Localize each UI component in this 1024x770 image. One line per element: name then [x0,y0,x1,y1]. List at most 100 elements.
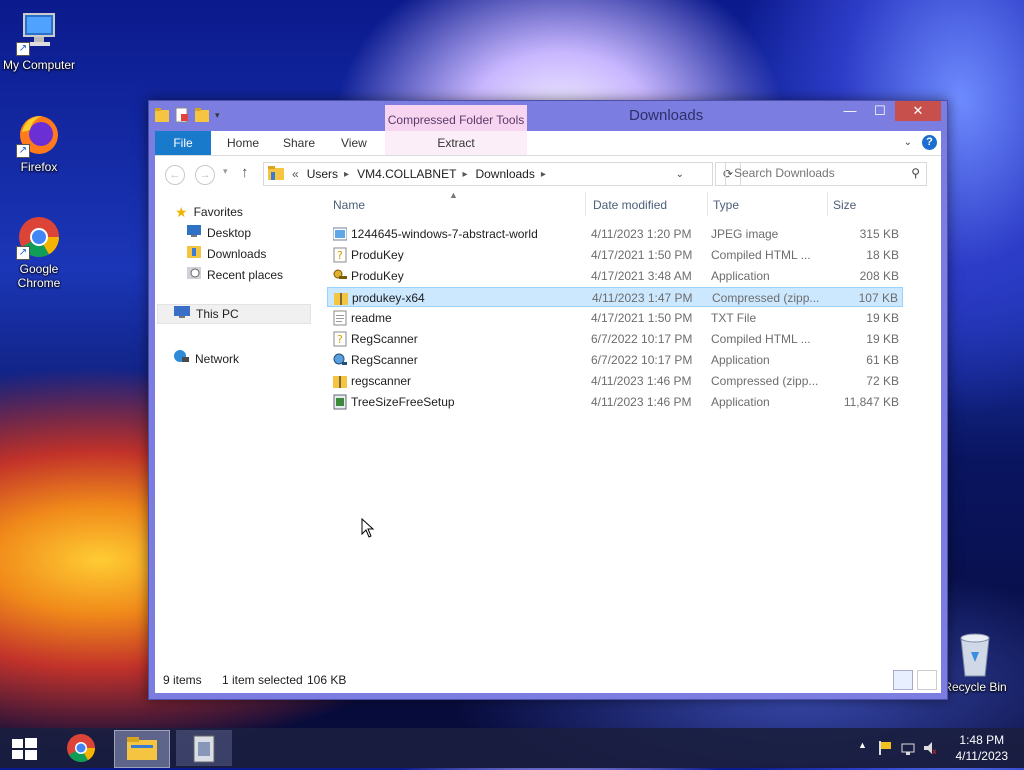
navigation-pane: ★ Favorites Desktop Downloads Recent pla… [155,190,315,667]
back-button[interactable]: ← [165,165,185,185]
new-folder-icon[interactable] [195,107,209,123]
column-header-size[interactable]: Size [833,198,856,212]
nav-network[interactable]: Network [173,349,239,369]
column-divider[interactable] [827,192,828,216]
nav-downloads[interactable]: Downloads [187,244,266,264]
clock-date: 4/11/2023 [955,749,1009,763]
key-app-icon [333,268,347,284]
window-title: Downloads [629,107,704,124]
file-row[interactable]: ProduKey 4/17/2021 3:48 AM Application 2… [327,266,903,286]
file-type: Compiled HTML ... [711,332,811,346]
column-divider[interactable] [585,192,586,216]
breadcrumb-downloads[interactable]: Downloads [475,167,534,181]
file-row[interactable]: RegScanner 6/7/2022 10:17 PM Application… [327,350,903,370]
tab-file[interactable]: File [155,131,211,155]
contextual-tab-group-label: Compressed Folder Tools [387,113,525,127]
breadcrumb-vm4-collabnet[interactable]: VM4.COLLABNET [357,167,456,181]
downloads-folder-icon [187,244,201,264]
search-box[interactable]: ⚲ [725,162,927,186]
file-row[interactable]: 1244645-windows-7-abstract-world 4/11/20… [327,224,903,244]
tab-extract[interactable]: Extract [385,131,527,155]
chevron-right-icon[interactable]: ▸ [462,169,467,180]
desktop-icon-my-computer[interactable]: ↗ My Computer [0,10,78,72]
status-size: 106 KB [307,673,347,687]
chevron-right-icon[interactable]: ▸ [541,169,546,180]
help-file-icon: ? [333,331,347,347]
desktop-icon-label: Google Chrome [17,262,61,290]
maximize-button[interactable]: ☐ [865,101,895,121]
show-hidden-icons-icon[interactable]: ▲ [858,740,867,750]
ribbon-tabs: File Home Share View Extract ⌄ ? [155,131,941,156]
up-arrow-icon[interactable]: ↑ [241,164,249,181]
file-type: Compressed (zipp... [712,291,820,305]
desktop-icon-google-chrome[interactable]: ↗ Google Chrome [0,214,78,290]
file-size: 72 KB [866,374,899,388]
file-date: 4/17/2021 1:50 PM [591,311,693,325]
file-name: regscanner [351,374,412,388]
start-button[interactable] [6,730,42,766]
nav-this-pc[interactable]: This PC [157,304,311,324]
volume-muted-icon[interactable]: x [922,740,938,759]
column-header-type[interactable]: Type [713,198,739,212]
file-row[interactable]: regscanner 4/11/2023 1:46 PM Compressed … [327,371,903,391]
file-row-selected[interactable]: produkey-x64 4/11/2023 1:47 PM Compresse… [327,287,903,307]
nav-recent-places[interactable]: Recent places [187,265,283,285]
taskbar-chrome[interactable] [58,730,104,766]
file-row[interactable]: readme 4/17/2021 1:50 PM TXT File 19 KB [327,308,903,328]
details-view-icon[interactable] [893,670,913,690]
nav-favorites[interactable]: ★ Favorites [175,202,243,222]
chevron-right-icon[interactable]: ▸ [344,169,349,180]
column-header-name[interactable]: Name [333,198,365,212]
text-file-icon [333,310,347,326]
breadcrumb-users[interactable]: Users [307,167,338,181]
file-size: 19 KB [866,332,899,346]
action-center-flag-icon[interactable] [878,740,892,759]
file-row[interactable]: ? RegScanner 6/7/2022 10:17 PM Compiled … [327,329,903,349]
recent-locations-icon[interactable]: ▾ [223,166,228,177]
file-row[interactable]: TreeSizeFreeSetup 4/11/2023 1:46 PM Appl… [327,392,903,412]
folder-icon[interactable] [155,107,169,123]
taskbar-app[interactable] [176,730,232,766]
address-bar[interactable]: « Users ▸ VM4.COLLABNET ▸ Downloads ▸ ⌄ [263,162,713,186]
large-icons-view-icon[interactable] [917,670,937,690]
tab-home[interactable]: Home [227,131,259,155]
forward-button[interactable]: → [195,165,215,185]
network-icon [173,349,189,369]
chevron-down-icon[interactable]: ▾ [215,107,223,123]
svg-text:?: ? [337,333,343,346]
desktop-icon-firefox[interactable]: ↗ Firefox [0,112,78,174]
properties-icon[interactable] [175,107,189,123]
network-status-icon[interactable] [900,740,916,759]
explorer-window: ▾ Compressed Folder Tools Downloads — ☐ … [148,100,948,700]
clock[interactable]: 1:48 PM 4/11/2023 [956,732,1009,764]
nav-desktop[interactable]: Desktop [187,223,251,243]
nav-label: Recent places [207,268,284,282]
close-button[interactable]: ✕ [895,101,941,121]
search-input[interactable] [726,163,904,183]
address-dropdown-icon[interactable]: ⌄ [676,169,684,180]
status-selected: 1 item selected [222,673,303,687]
tab-view[interactable]: View [341,131,367,155]
file-name: TreeSizeFreeSetup [351,395,455,409]
expand-ribbon-icon[interactable]: ⌄ [904,137,912,148]
nav-label: Desktop [207,226,252,240]
search-icon[interactable]: ⚲ [911,166,920,180]
nav-label: Network [195,352,240,366]
nav-label: This PC [196,307,239,321]
taskbar-file-explorer[interactable] [114,730,170,768]
chrome-icon [67,734,95,762]
desktop-icon-label: My Computer [2,58,76,72]
file-date: 4/11/2023 1:46 PM [591,395,692,409]
minimize-button[interactable]: — [835,101,865,121]
column-divider[interactable] [707,192,708,216]
column-header-date-modified[interactable]: Date modified [593,198,667,212]
star-icon: ★ [175,204,188,220]
file-row[interactable]: ? ProduKey 4/17/2021 1:50 PM Compiled HT… [327,245,903,265]
file-size: 107 KB [858,291,898,305]
chrome-icon: ↗ [16,214,62,260]
help-icon[interactable]: ? [922,135,937,150]
file-date: 4/17/2021 3:48 AM [591,269,692,283]
title-bar[interactable]: ▾ Compressed Folder Tools Downloads — ☐ … [149,101,947,157]
address-overflow[interactable]: « [292,167,299,181]
tab-share[interactable]: Share [283,131,315,155]
